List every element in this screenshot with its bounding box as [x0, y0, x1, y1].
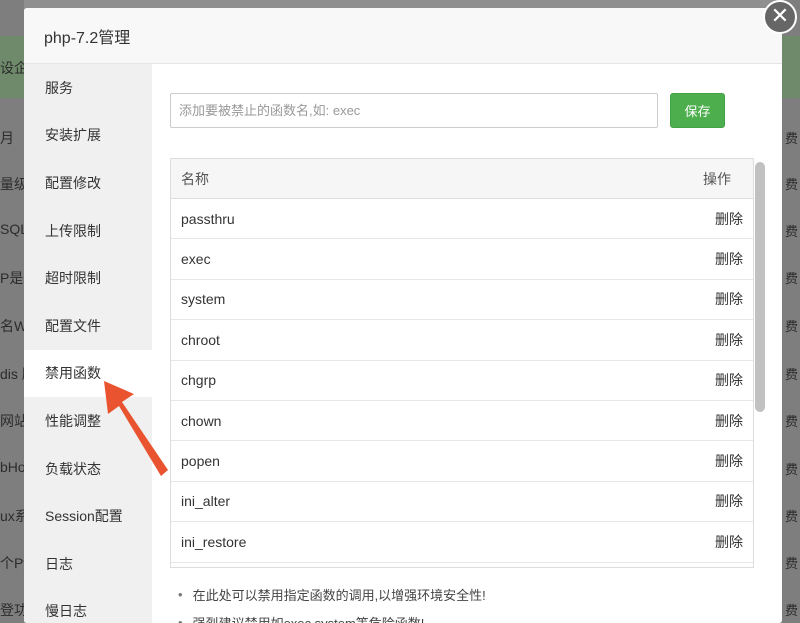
- sidebar-item-config-edit[interactable]: 配置修改: [24, 159, 152, 207]
- function-name: passthru: [181, 210, 235, 227]
- background-text: 月: [0, 130, 14, 146]
- delete-link[interactable]: 删除: [715, 370, 743, 390]
- sidebar-item-timeout-limit[interactable]: 超时限制: [24, 254, 152, 302]
- table-row: exec 删除: [171, 239, 753, 280]
- column-header-action: 操作: [703, 170, 731, 187]
- table-row: chroot 删除: [171, 320, 753, 361]
- sidebar-item-load-status[interactable]: 负载状态: [24, 445, 152, 493]
- background-text: 个Py: [0, 555, 24, 571]
- background-text: 费: [784, 224, 798, 239]
- sidebar-item-config-file[interactable]: 配置文件: [24, 302, 152, 350]
- delete-link[interactable]: 删除: [715, 491, 743, 511]
- background-text: SQL: [0, 221, 24, 237]
- background-text: bHo: [0, 459, 24, 475]
- background-text: ux系: [0, 508, 24, 524]
- function-name: ini_alter: [181, 493, 231, 510]
- sidebar-item-service[interactable]: 服务: [24, 64, 152, 112]
- background-text: 设企业: [0, 60, 24, 76]
- function-name: ini_restore: [181, 533, 247, 550]
- function-name-input[interactable]: [170, 93, 658, 128]
- dialog-header: php-7.2管理: [24, 8, 782, 64]
- background-text: 量级: [0, 176, 24, 192]
- background-text: 费: [784, 414, 798, 429]
- disabled-functions-table: 名称 操作 passthru 删除 exec 删除 system 删除 chro…: [170, 158, 754, 568]
- save-button[interactable]: 保存: [670, 93, 725, 128]
- table-row: passthru 删除: [171, 199, 753, 240]
- delete-link[interactable]: 删除: [715, 532, 743, 552]
- delete-link[interactable]: 删除: [715, 411, 743, 431]
- background-text: 费: [784, 319, 798, 334]
- table-scrollbar[interactable]: [754, 158, 766, 568]
- background-text: 费: [784, 462, 798, 477]
- delete-link[interactable]: 删除: [715, 289, 743, 309]
- scrollbar-thumb[interactable]: [755, 162, 765, 412]
- close-icon[interactable]: ✕: [763, 0, 797, 34]
- background-text: dis 服: [0, 366, 24, 382]
- function-name: system: [181, 291, 226, 308]
- disabled-functions-panel: 保存 名称 操作 passthru 删除 exec 删除 system 删除 c…: [152, 64, 782, 623]
- table-row: chgrp 删除: [171, 361, 753, 401]
- delete-link[interactable]: 删除: [715, 330, 743, 350]
- delete-link[interactable]: 删除: [715, 249, 743, 269]
- table-header: 名称 操作: [171, 159, 753, 199]
- function-name: chroot: [181, 331, 220, 348]
- background-banner: [782, 36, 800, 98]
- sidebar-item-performance-tuning[interactable]: 性能调整: [24, 397, 152, 445]
- table-row: ini_alter 删除: [171, 482, 753, 523]
- table-row: ini_restore 删除: [171, 522, 753, 563]
- table-row: chown 删除: [171, 401, 753, 442]
- column-header-name: 名称: [181, 170, 209, 187]
- sidebar-item-slow-log[interactable]: 慢日志: [24, 588, 152, 623]
- dialog-title: php-7.2管理: [44, 29, 131, 47]
- sidebar-item-log[interactable]: 日志: [24, 540, 152, 588]
- background-text: 费: [784, 131, 798, 146]
- background-page-right: 费 费 费 费 费 费 费 费 费 费 费: [782, 0, 800, 623]
- background-text: 网站: [0, 413, 24, 429]
- background-text: P是: [0, 270, 24, 286]
- php-manage-dialog: php-7.2管理 服务 安装扩展 配置修改 上传限制 超时限制 配置文件 禁用…: [24, 8, 782, 623]
- settings-sidebar: 服务 安装扩展 配置修改 上传限制 超时限制 配置文件 禁用函数 性能调整 负载…: [24, 64, 152, 623]
- delete-link[interactable]: 删除: [715, 451, 743, 471]
- background-text: 费: [784, 177, 798, 192]
- delete-link[interactable]: 删除: [715, 209, 743, 229]
- background-text: 费: [784, 603, 798, 618]
- table-row: system 删除: [171, 280, 753, 321]
- tip-item: 强烈建议禁用如exec,system等危险函数!: [178, 608, 486, 623]
- function-name: popen: [181, 453, 220, 470]
- background-page-left: 设企业 月 量级 SQL P是 名Wo dis 服 网站 bHo ux系 个Py…: [0, 0, 24, 623]
- function-name: exec: [181, 251, 211, 268]
- sidebar-item-session-config[interactable]: Session配置: [24, 492, 152, 540]
- sidebar-item-install-extensions[interactable]: 安装扩展: [24, 112, 152, 160]
- background-text: 费: [784, 509, 798, 524]
- background-text: 登功: [0, 602, 24, 618]
- function-name: chown: [181, 412, 222, 429]
- background-text: 费: [784, 271, 798, 286]
- tip-item: 在此处可以禁用指定函数的调用,以增强环境安全性!: [178, 580, 486, 608]
- function-name: chgrp: [181, 372, 217, 389]
- background-text: 名Wo: [0, 318, 24, 334]
- sidebar-item-upload-limit[interactable]: 上传限制: [24, 207, 152, 255]
- background-text: 费: [784, 367, 798, 382]
- background-text: 费: [784, 556, 798, 571]
- sidebar-item-disabled-functions[interactable]: 禁用函数: [24, 349, 152, 398]
- tips-list: 在此处可以禁用指定函数的调用,以增强环境安全性! 强烈建议禁用如exec,sys…: [178, 580, 486, 623]
- table-row: popen 删除: [171, 441, 753, 482]
